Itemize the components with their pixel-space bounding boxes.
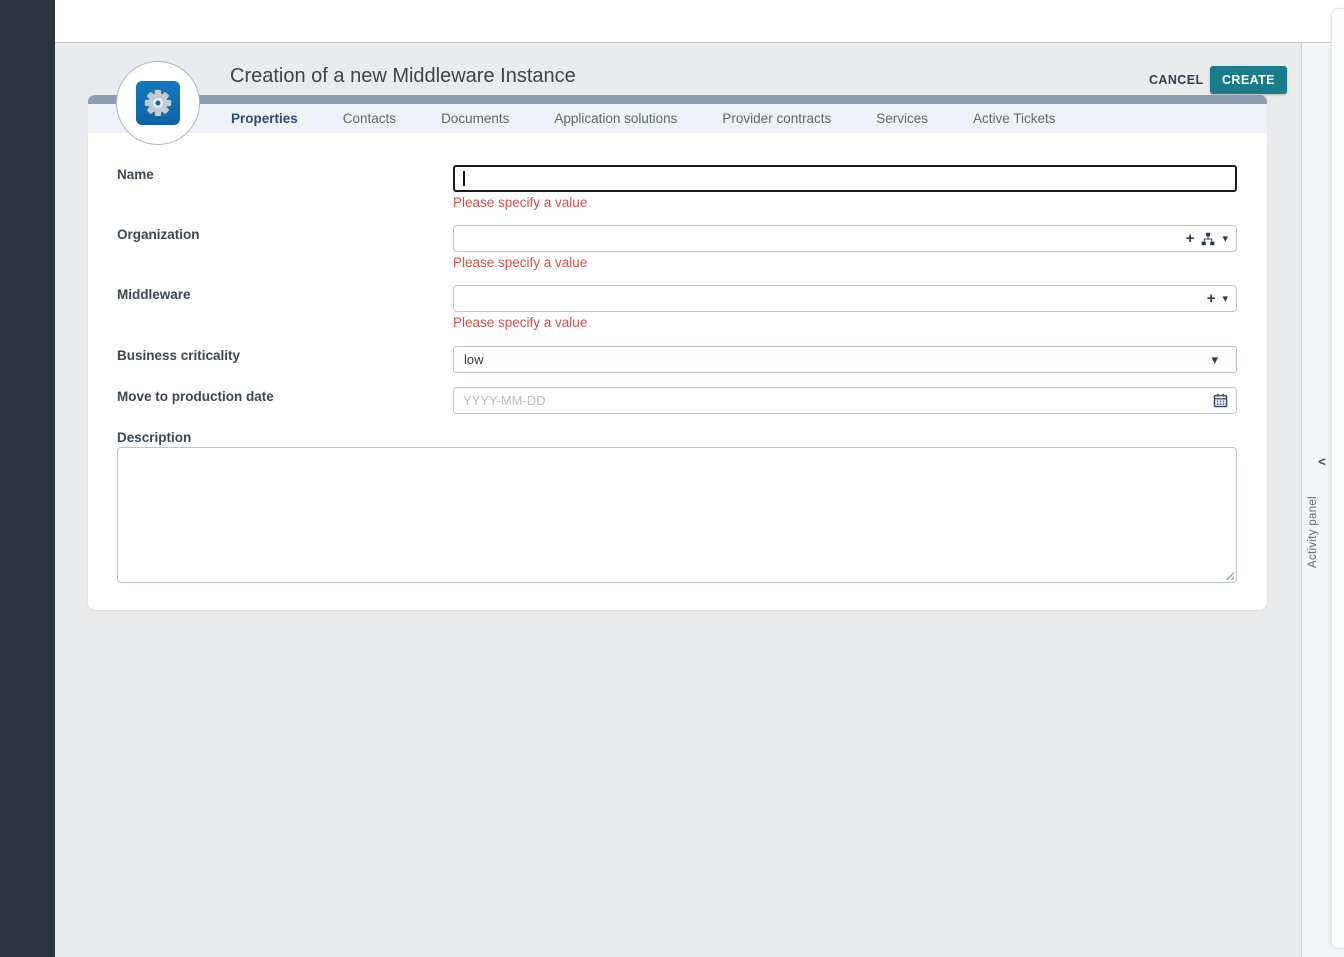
middleware-field: + ▾: [453, 285, 1237, 312]
activity-panel-edge: [1331, 8, 1344, 949]
business-criticality-label: Business criticality: [117, 348, 240, 363]
description-label: Description: [117, 430, 191, 445]
name-field: [453, 165, 1237, 192]
name-error: Please specify a value: [453, 195, 587, 210]
organization-label: Organization: [117, 227, 200, 242]
move-to-production-date-label: Move to production date: [117, 389, 274, 404]
move-to-production-date-field: [453, 387, 1237, 414]
move-to-production-date-input[interactable]: [454, 393, 1213, 408]
organization-field: + ▾: [453, 225, 1237, 252]
create-button[interactable]: CREATE: [1210, 66, 1287, 94]
tab-provider-contracts[interactable]: Provider contracts: [722, 104, 831, 133]
app-window: + ! ? ⇄: [0, 0, 1344, 957]
object-class-medallion: [116, 61, 200, 145]
tab-active-tickets[interactable]: Active Tickets: [973, 104, 1056, 133]
tab-services[interactable]: Services: [876, 104, 928, 133]
cancel-button[interactable]: CANCEL: [1149, 73, 1203, 87]
activity-panel-label[interactable]: Activity panel: [1307, 476, 1319, 568]
tab-documents[interactable]: Documents: [441, 104, 509, 133]
business-criticality-select[interactable]: low ▾: [453, 346, 1237, 373]
description-textarea[interactable]: [117, 447, 1237, 583]
chevron-left-icon[interactable]: <: [1312, 454, 1332, 469]
middleware-dropdown-icon[interactable]: ▾: [1222, 292, 1228, 305]
middleware-class-icon: [136, 81, 180, 125]
organization-input[interactable]: [454, 231, 1186, 246]
page-title: Creation of a new Middleware Instance: [230, 65, 576, 88]
top-toolbar: [55, 0, 1344, 43]
tabbar-accent-strip: [88, 95, 1267, 104]
tab-properties[interactable]: Properties: [231, 104, 298, 133]
middleware-input[interactable]: [454, 291, 1207, 306]
business-criticality-value: low: [454, 352, 1201, 367]
tab-contacts[interactable]: Contacts: [343, 104, 396, 133]
organization-hierarchy-icon[interactable]: [1201, 232, 1215, 246]
sidebar: [0, 0, 55, 957]
name-label: Name: [117, 167, 154, 182]
resize-grip-icon[interactable]: [1224, 570, 1234, 580]
middleware-error: Please specify a value: [453, 315, 587, 330]
organization-dropdown-icon[interactable]: ▾: [1222, 232, 1228, 245]
calendar-icon[interactable]: [1213, 393, 1228, 408]
organization-add-icon[interactable]: +: [1186, 231, 1195, 246]
organization-error: Please specify a value: [453, 255, 587, 270]
tab-bar: Properties Contacts Documents Applicatio…: [88, 104, 1267, 133]
business-criticality-dropdown-icon[interactable]: ▾: [1201, 352, 1228, 368]
tab-application-solutions[interactable]: Application solutions: [554, 104, 677, 133]
name-input[interactable]: [465, 171, 1236, 186]
middleware-add-icon[interactable]: +: [1207, 291, 1216, 306]
middleware-label: Middleware: [117, 287, 191, 302]
